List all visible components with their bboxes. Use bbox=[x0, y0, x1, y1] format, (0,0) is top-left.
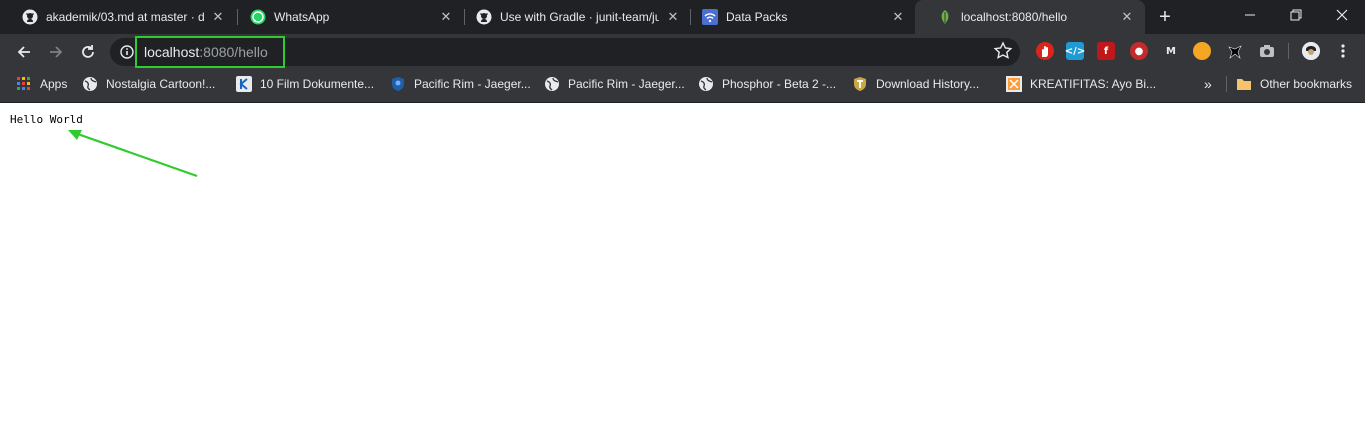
bookmark-label: Download History... bbox=[876, 77, 980, 91]
bookmark-other-bookmarks[interactable]: Other bookmarks bbox=[1236, 70, 1352, 98]
bookmark-star-icon[interactable] bbox=[993, 41, 1013, 61]
bookmark-phosphor[interactable]: Phosphor - Beta 2 -... bbox=[698, 70, 836, 98]
bookmark-label: Phosphor - Beta 2 -... bbox=[722, 77, 837, 91]
m-extension-icon[interactable]: M bbox=[1162, 42, 1180, 60]
bookmark-label: Nostalgia Cartoon!... bbox=[106, 77, 216, 91]
whatsapp-icon bbox=[250, 9, 266, 25]
flash-extension-icon[interactable]: f bbox=[1097, 42, 1115, 60]
minimize-icon bbox=[1245, 14, 1255, 16]
k-icon bbox=[236, 76, 252, 92]
avatar[interactable] bbox=[1302, 42, 1320, 60]
bookmark-download-history[interactable]: Download History... bbox=[852, 70, 979, 98]
record-extension-icon[interactable]: ● bbox=[1130, 42, 1148, 60]
close-tab-icon[interactable]: ✕ bbox=[665, 9, 681, 25]
blog-icon bbox=[1006, 76, 1022, 92]
folder-icon bbox=[1236, 76, 1252, 92]
bookmark-film-dokumenter[interactable]: 10 Film Dokumente... bbox=[236, 70, 374, 98]
wifi-icon bbox=[702, 9, 718, 25]
arrow-right-icon bbox=[50, 46, 63, 58]
forward-button[interactable] bbox=[42, 38, 70, 66]
more-vert-icon bbox=[1341, 44, 1345, 58]
close-tab-icon[interactable]: ✕ bbox=[890, 9, 906, 25]
adblock-extension-icon[interactable] bbox=[1036, 42, 1054, 60]
tab-akademik[interactable]: akademik/03.md at master · du ✕ bbox=[0, 0, 236, 34]
code-extension-icon[interactable]: </> bbox=[1065, 42, 1085, 60]
bookmark-label: 10 Film Dokumente... bbox=[260, 77, 375, 91]
leaf-icon bbox=[937, 9, 953, 25]
tab-title: localhost:8080/hello bbox=[961, 10, 1068, 24]
bookmarks-overflow-button[interactable]: » bbox=[1204, 76, 1212, 92]
bookmarks-divider bbox=[1226, 76, 1227, 92]
github-icon bbox=[22, 9, 38, 25]
ninja-extension-icon[interactable] bbox=[1226, 42, 1244, 60]
new-tab-button[interactable]: + bbox=[1155, 6, 1175, 28]
apps-grid-icon bbox=[16, 76, 32, 92]
annotation-arrow-icon bbox=[68, 130, 198, 178]
orange-extension-icon[interactable] bbox=[1193, 42, 1211, 60]
close-tab-icon[interactable]: ✕ bbox=[210, 9, 226, 25]
tab-data-packs[interactable]: Data Packs ✕ bbox=[680, 0, 916, 34]
menu-button[interactable] bbox=[1334, 42, 1352, 60]
github-icon bbox=[476, 9, 492, 25]
bookmark-label: Other bookmarks bbox=[1260, 77, 1353, 91]
back-button[interactable] bbox=[10, 38, 38, 66]
close-icon bbox=[1336, 9, 1348, 21]
globe-icon bbox=[544, 76, 560, 92]
globe-icon bbox=[82, 76, 98, 92]
tab-title: akademik/03.md at master · du bbox=[46, 10, 204, 24]
tab-localhost-active[interactable]: localhost:8080/hello ✕ bbox=[915, 0, 1145, 34]
close-tab-icon[interactable]: ✕ bbox=[1119, 9, 1135, 25]
camera-extension-icon[interactable] bbox=[1258, 42, 1276, 60]
bookmark-kreatifitas[interactable]: KREATIFITAS: Ayo Bi... bbox=[1006, 70, 1156, 98]
tab-title: Data Packs bbox=[726, 10, 788, 24]
bookmark-label: Pacific Rim - Jaeger... bbox=[568, 77, 685, 91]
bookmark-pacific-rim-1[interactable]: Pacific Rim - Jaeger... bbox=[390, 70, 531, 98]
reload-button[interactable] bbox=[74, 38, 102, 66]
bookmark-pacific-rim-2[interactable]: Pacific Rim - Jaeger... bbox=[544, 70, 685, 98]
url-highlight-box bbox=[135, 36, 285, 68]
minimize-button[interactable] bbox=[1227, 0, 1273, 30]
bookmarks-bar: Apps Nostalgia Cartoon!... 10 Film Dokum… bbox=[0, 70, 1365, 103]
restore-button[interactable] bbox=[1273, 0, 1319, 30]
shield-icon bbox=[390, 76, 406, 92]
toolbar-divider bbox=[1288, 43, 1289, 59]
t-icon bbox=[852, 76, 868, 92]
close-window-button[interactable] bbox=[1319, 0, 1365, 30]
bookmark-label: Pacific Rim - Jaeger... bbox=[414, 77, 531, 91]
tab-strip: akademik/03.md at master · du ✕ WhatsApp… bbox=[0, 0, 1365, 34]
restore-icon bbox=[1290, 9, 1302, 21]
info-icon[interactable] bbox=[120, 45, 134, 59]
bookmark-label: Apps bbox=[40, 77, 68, 91]
tab-title: Use with Gradle · junit-team/ju bbox=[500, 10, 659, 24]
bookmark-label: KREATIFITAS: Ayo Bi... bbox=[1030, 77, 1157, 91]
tab-title: WhatsApp bbox=[274, 10, 330, 24]
globe-icon bbox=[698, 76, 714, 92]
bookmark-apps[interactable]: Apps bbox=[16, 70, 67, 98]
bookmark-nostalgia[interactable]: Nostalgia Cartoon!... bbox=[82, 70, 215, 98]
close-tab-icon[interactable]: ✕ bbox=[438, 9, 454, 25]
reload-icon bbox=[82, 45, 94, 58]
tab-whatsapp[interactable]: WhatsApp ✕ bbox=[228, 0, 464, 34]
tab-gradle[interactable]: Use with Gradle · junit-team/ju ✕ bbox=[454, 0, 691, 34]
arrow-left-icon bbox=[17, 46, 30, 58]
